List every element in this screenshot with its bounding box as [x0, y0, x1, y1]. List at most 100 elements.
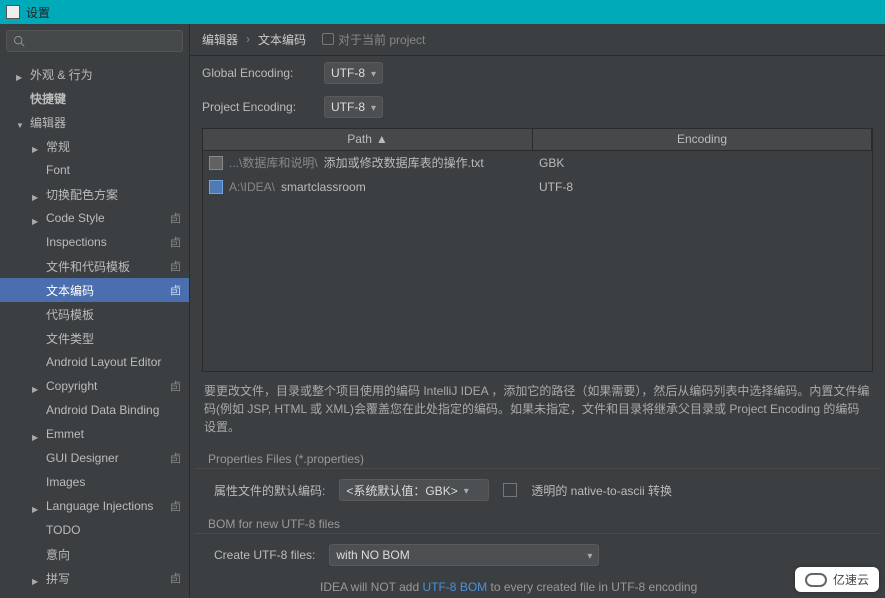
sidebar-item-10[interactable]: 代码模板 [0, 302, 189, 326]
arrow-spacer [32, 453, 42, 463]
sidebar-item-9[interactable]: 文本编码卣 [0, 278, 189, 302]
help-text: 要更改文件，目录或整个项目使用的编码 IntelliJ IDEA ，添加它的路径… [190, 372, 885, 446]
sidebar-item-label: Images [46, 475, 181, 489]
properties-default-label: 属性文件的默认编码: [214, 482, 325, 499]
chevron-down-icon [587, 548, 592, 562]
global-encoding-label: Global Encoding: [202, 66, 312, 80]
sidebar-item-13[interactable]: Copyright卣 [0, 374, 189, 398]
encoding-table: Path ▲ Encoding ...\数据库和说明\ 添加或修改数据库表的操作.… [202, 128, 873, 372]
sidebar-item-label: 代码模板 [46, 306, 181, 323]
breadcrumb: 编辑器 › 文本编码 对于当前 project [190, 24, 885, 56]
sidebar-item-2[interactable]: 编辑器 [0, 110, 189, 134]
col-encoding[interactable]: Encoding [533, 129, 872, 150]
bom-note: IDEA will NOT add UTF-8 BOM to every cre… [190, 576, 885, 598]
arrow-spacer [32, 261, 42, 271]
arrow-spacer [32, 525, 42, 535]
sidebar-item-7[interactable]: Inspections 卣 [0, 230, 189, 254]
sidebar-item-21[interactable]: 拼写卣 [0, 566, 189, 590]
sidebar-item-label: Inspections [46, 235, 166, 249]
arrow-spacer [32, 237, 42, 247]
sidebar-item-6[interactable]: Code Style卣 [0, 206, 189, 230]
path-name: smartclassroom [281, 180, 366, 194]
encoding-cell[interactable]: UTF-8 [533, 180, 872, 194]
sidebar-item-8[interactable]: 文件和代码模板卣 [0, 254, 189, 278]
sidebar-item-label: GUI Designer [46, 451, 166, 465]
col-encoding-label: Encoding [677, 132, 727, 146]
sidebar-item-19[interactable]: TODO [0, 518, 189, 542]
path-prefix: ...\数据库和说明\ [229, 154, 318, 171]
project-encoding-value: UTF-8 [331, 100, 365, 114]
sidebar-item-15[interactable]: Emmet [0, 422, 189, 446]
project-encoding-combo[interactable]: UTF-8 [324, 96, 383, 118]
chevron-right-icon [32, 189, 42, 199]
arrow-spacer [32, 333, 42, 343]
path-cell: A:\IDEA\smartclassroom [203, 180, 533, 194]
project-encoding-label: Project Encoding: [202, 100, 312, 114]
watermark-label: 亿速云 [833, 571, 869, 588]
scope-icon: 卣 [170, 378, 181, 394]
arrow-spacer [16, 93, 26, 103]
native-to-ascii-checkbox[interactable] [503, 483, 517, 497]
search-input[interactable] [6, 30, 183, 52]
scope-icon: 卣 [170, 498, 181, 514]
bom-row: Create UTF-8 files: with NO BOM [190, 534, 885, 576]
sidebar-item-1[interactable]: 快捷键 [0, 86, 189, 110]
arrow-spacer [32, 405, 42, 415]
chevron-right-icon [32, 141, 42, 151]
global-encoding-combo[interactable]: UTF-8 [324, 62, 383, 84]
sidebar-item-label: 文件和代码模板 [46, 258, 166, 275]
scope-icon: 卣 [170, 570, 181, 586]
col-path-label: Path [347, 132, 372, 146]
sidebar-item-5[interactable]: 切换配色方案 [0, 182, 189, 206]
table-row[interactable]: ...\数据库和说明\ 添加或修改数据库表的操作.txt GBK [203, 151, 872, 175]
breadcrumb-a[interactable]: 编辑器 [202, 31, 238, 48]
arrow-spacer [32, 477, 42, 487]
sidebar-item-4[interactable]: Font [0, 158, 189, 182]
encoding-cell[interactable]: GBK [533, 156, 872, 170]
sidebar-item-14[interactable]: Android Data Binding [0, 398, 189, 422]
create-utf8-label: Create UTF-8 files: [214, 548, 315, 562]
for-current-project-badge: 对于当前 project [322, 31, 425, 48]
sidebar-item-label: Android Data Binding [46, 403, 181, 417]
sidebar-item-17[interactable]: Images [0, 470, 189, 494]
sidebar-item-18[interactable]: Language Injections卣 [0, 494, 189, 518]
sidebar-item-label: 文本编码 [46, 282, 166, 299]
chevron-right-icon [32, 501, 42, 511]
chevron-right-icon [32, 573, 42, 583]
sidebar-item-label: 切换配色方案 [46, 186, 181, 203]
table-body: ...\数据库和说明\添加或修改数据库表的操作.txtGBKA:\IDEA\sm… [203, 151, 872, 371]
path-name: 添加或修改数据库表的操作.txt [324, 154, 484, 171]
folder-icon [209, 180, 223, 194]
sidebar-item-3[interactable]: 常规 [0, 134, 189, 158]
table-header: Path ▲ Encoding [203, 129, 872, 151]
path-cell: ...\数据库和说明\ 添加或修改数据库表的操作.txt [203, 154, 533, 171]
settings-tree[interactable]: 外观 & 行为快捷键编辑器常规Font切换配色方案Code Style卣Insp… [0, 58, 189, 598]
sidebar-item-11[interactable]: 文件类型 [0, 326, 189, 350]
watermark: 亿速云 [795, 567, 879, 592]
scope-icon: 卣 [170, 282, 181, 298]
chevron-down-icon [371, 66, 376, 80]
table-row[interactable]: A:\IDEA\smartclassroomUTF-8 [203, 175, 872, 199]
sidebar-item-0[interactable]: 外观 & 行为 [0, 62, 189, 86]
bom-note-b: to every created file in UTF-8 encoding [487, 580, 697, 594]
bom-section: BOM for new UTF-8 files [194, 511, 881, 534]
col-path[interactable]: Path ▲ [203, 129, 533, 150]
sidebar-item-20[interactable]: 意向 [0, 542, 189, 566]
create-utf8-combo[interactable]: with NO BOM [329, 544, 599, 566]
scope-icon: 卣 [170, 234, 181, 250]
scope-icon: 卣 [170, 210, 181, 226]
global-encoding-row: Global Encoding: UTF-8 [190, 56, 885, 90]
badge-label: 对于当前 project [338, 31, 425, 48]
sidebar-item-label: 拼写 [46, 570, 166, 587]
arrow-spacer [32, 165, 42, 175]
create-utf8-value: with NO BOM [336, 548, 409, 562]
chevron-right-icon: › [246, 32, 250, 46]
breadcrumb-b: 文本编码 [258, 31, 306, 48]
sidebar-item-16[interactable]: GUI Designer卣 [0, 446, 189, 470]
properties-default-combo[interactable]: <系统默认值：GBK> [339, 479, 489, 501]
sidebar-item-12[interactable]: Android Layout Editor [0, 350, 189, 374]
sidebar-item-label: Emmet [46, 427, 181, 441]
arrow-spacer [32, 549, 42, 559]
arrow-spacer [32, 309, 42, 319]
utf8-bom-link[interactable]: UTF-8 BOM [422, 580, 487, 594]
